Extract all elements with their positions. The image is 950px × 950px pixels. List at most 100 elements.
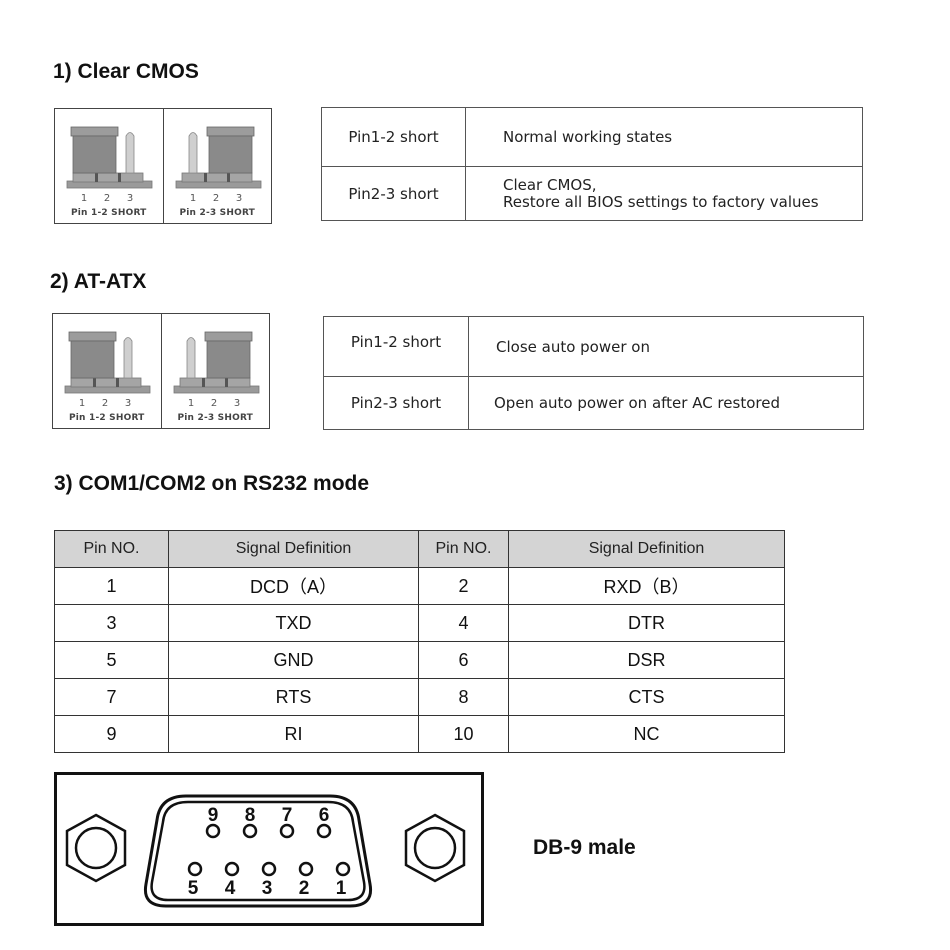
- pin-divider: [93, 378, 96, 387]
- db9-pin-label: 8: [245, 805, 256, 826]
- signal-name: DSR: [508, 641, 785, 679]
- jumper-cap-top: [68, 331, 117, 342]
- jumper-pin23-short: 1 2 3 Pin 2-3 SHORT: [160, 314, 270, 428]
- db9-pin-label: 5: [188, 878, 199, 899]
- jumper-cap-body: [70, 340, 115, 379]
- pin-number: 4: [418, 604, 509, 642]
- clear-cmos-table: Pin1-2 short Normal working states Pin2-…: [321, 107, 863, 221]
- pin-number-label: 2: [102, 398, 108, 409]
- pin-divider: [224, 378, 228, 387]
- pin-divider: [116, 378, 119, 387]
- jumper-pin23-short: 1 2 3 Pin 2-3 SHORT: [162, 109, 272, 223]
- table-row: 7 RTS 8 CTS: [54, 678, 785, 716]
- db9-pin-hole: [279, 823, 295, 839]
- jumper-header: [179, 377, 250, 388]
- setting-cell: Pin1-2 short: [321, 107, 466, 167]
- pin-number-label: 3: [125, 398, 131, 409]
- setting-cell: Pin2-3 short: [321, 166, 466, 221]
- pin-number-label: 3: [235, 193, 241, 204]
- jumper-cap-body: [72, 135, 117, 174]
- jumper-diagram-at-atx: 1 2 3 Pin 1-2 SHORT 1 2 3 Pin 2-3 SHORT: [52, 313, 270, 429]
- pin-number: 8: [418, 678, 509, 716]
- free-pin: [123, 337, 133, 379]
- pin-number-label: 1: [189, 193, 195, 204]
- jumper-cap-body: [208, 135, 252, 174]
- signal-name: NC: [508, 715, 785, 753]
- pin-number-label: 1: [81, 193, 87, 204]
- jumper-icon: [66, 126, 153, 189]
- db9-pin-hole: [187, 861, 203, 877]
- db9-pin-label: 1: [336, 878, 347, 899]
- setting-cell: Pin2-3 short: [323, 376, 469, 430]
- db9-pin-hole: [205, 823, 221, 839]
- db9-pin-label: 3: [262, 878, 273, 899]
- signal-name: DTR: [508, 604, 785, 642]
- signal-name: GND: [168, 641, 419, 679]
- connector-label: DB-9 male: [533, 836, 636, 859]
- jumper-icon: [175, 126, 261, 189]
- pin-number-label: 2: [104, 193, 110, 204]
- section-title-clear-cmos: 1) Clear CMOS: [53, 60, 199, 83]
- jumper-caption: Pin 1-2 SHORT: [68, 413, 145, 423]
- db9-pin-hole: [335, 861, 351, 877]
- jumper-header: [72, 172, 144, 183]
- db9-pin-hole: [316, 823, 332, 839]
- header-signal-definition: Signal Definition: [168, 530, 419, 568]
- db9-pin-hole: [224, 861, 240, 877]
- free-pin: [188, 132, 197, 174]
- pin-number-label: 2: [212, 193, 218, 204]
- description-cell: Open auto power on after AC restored: [468, 376, 864, 430]
- pin-number-label: 1: [79, 398, 85, 409]
- header-pin-no: Pin NO.: [418, 530, 509, 568]
- jumper-header: [181, 172, 252, 183]
- db9-pin-label: 2: [299, 878, 310, 899]
- jumper-pin12-short: 1 2 3 Pin 1-2 SHORT: [53, 314, 161, 428]
- signal-name: DCD（A）: [168, 567, 419, 605]
- pin-divider: [226, 173, 230, 182]
- pin-divider: [203, 173, 207, 182]
- section-title-at-atx: 2) AT-ATX: [50, 270, 147, 293]
- free-pin: [125, 132, 135, 174]
- pin-number-label: 3: [233, 398, 239, 409]
- jumper-cap-top: [204, 331, 252, 342]
- pin-number: 7: [54, 678, 169, 716]
- description-cell: Close auto power on: [468, 316, 864, 377]
- description-cell: Normal working states: [465, 107, 863, 167]
- table-row: 1 DCD（A） 2 RXD（B）: [54, 567, 785, 605]
- jumper-cap-top: [70, 126, 119, 137]
- jumper-cap-top: [206, 126, 254, 137]
- pin-number: 1: [54, 567, 169, 605]
- description-line: Restore all BIOS settings to factory val…: [503, 192, 819, 211]
- pin-number: 10: [418, 715, 509, 753]
- pin-number: 2: [418, 567, 509, 605]
- db9-pin-label: 9: [208, 805, 219, 826]
- jumper-header: [70, 377, 142, 388]
- pin-number: 6: [418, 641, 509, 679]
- pin-number-label: 2: [210, 398, 216, 409]
- db9-pin-label: 6: [319, 805, 330, 826]
- header-signal-definition: Signal Definition: [508, 530, 785, 568]
- table-row: 3 TXD 4 DTR: [54, 604, 785, 642]
- rs232-pin-table: Pin NO. Signal Definition Pin NO. Signal…: [54, 530, 785, 753]
- signal-name: RTS: [168, 678, 419, 716]
- db9-pin-hole: [298, 861, 314, 877]
- jumper-caption: Pin 1-2 SHORT: [70, 208, 147, 218]
- pin-number: 9: [54, 715, 169, 753]
- description-cell: Clear CMOS, Restore all BIOS settings to…: [465, 166, 863, 221]
- db9-pin-label: 7: [282, 805, 293, 826]
- jumper-caption: Pin 2-3 SHORT: [179, 208, 256, 218]
- signal-name: TXD: [168, 604, 419, 642]
- free-pin: [186, 337, 195, 379]
- pin-number: 3: [54, 604, 169, 642]
- table-row: 9 RI 10 NC: [54, 715, 785, 753]
- at-atx-table: Pin1-2 short Close auto power on Pin2-3 …: [323, 316, 864, 430]
- jumper-icon: [173, 331, 259, 394]
- setting-cell: Pin1-2 short: [323, 316, 469, 377]
- jumper-diagram-clear-cmos: 1 2 3 Pin 1-2 SHORT 1 2 3 Pin 2-3 SHORT: [54, 108, 272, 224]
- db9-pin-hole: [261, 861, 277, 877]
- jumper-caption: Pin 2-3 SHORT: [177, 413, 254, 423]
- db9-pin-label: 4: [225, 878, 236, 899]
- table-header-row: Pin NO. Signal Definition Pin NO. Signal…: [54, 530, 785, 568]
- jumper-icon: [64, 331, 151, 394]
- signal-name: RI: [168, 715, 419, 753]
